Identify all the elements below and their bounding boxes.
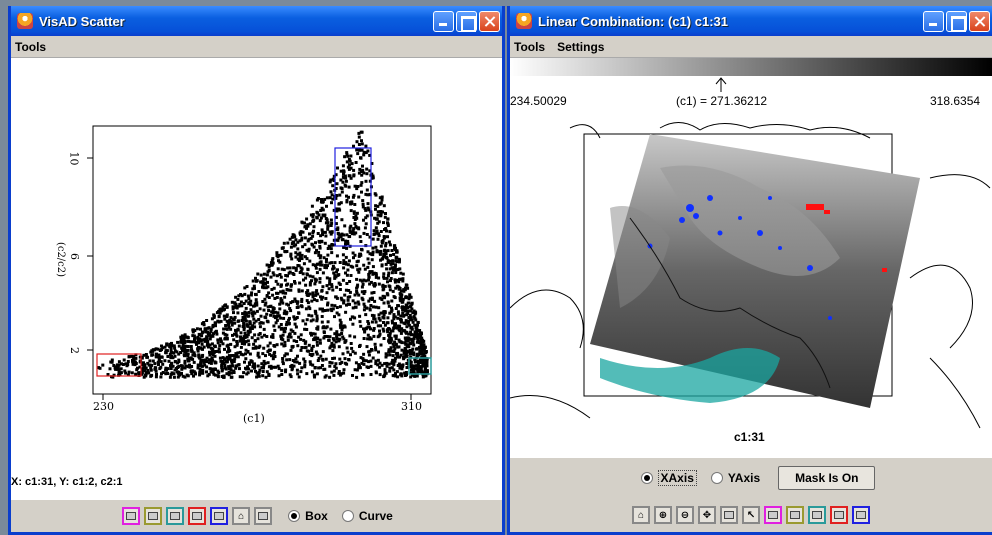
scatter-plot[interactable] bbox=[11, 58, 502, 500]
radio-box-indicator[interactable] bbox=[288, 510, 301, 522]
scatter-toolbar: ⌂ Box Curve bbox=[11, 500, 502, 532]
scatter-titlebar[interactable]: VisAD Scatter bbox=[11, 6, 502, 36]
linear-combination-window: Linear Combination: (c1) c1:31 Tools Set… bbox=[507, 6, 992, 535]
menu-tools[interactable]: Tools bbox=[15, 40, 46, 54]
scatter-title: VisAD Scatter bbox=[39, 13, 125, 29]
swatch-teal[interactable] bbox=[166, 507, 185, 525]
minimize-button[interactable] bbox=[923, 10, 944, 32]
scale-current: (c1) = 271.36212 bbox=[676, 94, 768, 108]
maximize-button[interactable] bbox=[946, 10, 967, 32]
java-icon bbox=[516, 13, 532, 29]
radio-xaxis-indicator[interactable] bbox=[640, 472, 653, 484]
colorbar[interactable] bbox=[510, 58, 992, 76]
radio-yaxis-label: YAxis bbox=[727, 471, 761, 485]
radio-curve-label: Curve bbox=[358, 509, 393, 523]
y-tick-label-2: 2 bbox=[68, 347, 81, 354]
lc-menubar: Tools Settings bbox=[510, 36, 992, 58]
x-axis-label: (c1) bbox=[243, 412, 265, 425]
swatch-magenta[interactable] bbox=[764, 506, 782, 524]
close-button[interactable] bbox=[479, 10, 500, 32]
scatter-plot-canvas[interactable]: 230 310 (c1) 10 6 2 (c2/c2) X: c1:31, Y:… bbox=[11, 58, 502, 500]
menu-settings[interactable]: Settings bbox=[557, 40, 604, 54]
pan-icon[interactable]: ✥ bbox=[698, 506, 716, 524]
scatter-window: VisAD Scatter Tools 230 310 (c1) 10 6 2 … bbox=[8, 6, 505, 535]
radio-curve[interactable]: Curve bbox=[341, 509, 393, 523]
pointer-icon[interactable]: ↖ bbox=[742, 506, 760, 524]
swatch-red[interactable] bbox=[830, 506, 848, 524]
lc-toolbar: ⌂ ⊕ ⊖ ✥ ↖ bbox=[510, 498, 992, 532]
x-tick-label-230: 230 bbox=[93, 400, 114, 413]
swatch-red[interactable] bbox=[188, 507, 207, 525]
zoom-in-icon[interactable]: ⊕ bbox=[654, 506, 672, 524]
minimize-button[interactable] bbox=[433, 10, 454, 32]
lc-title: Linear Combination: (c1) c1:31 bbox=[538, 13, 728, 29]
map-view[interactable] bbox=[509, 58, 992, 458]
home-icon[interactable]: ⌂ bbox=[632, 506, 650, 524]
scale-min: 234.50029 bbox=[510, 94, 567, 108]
swatch-olive[interactable] bbox=[786, 506, 804, 524]
y-axis-label: (c2/c2) bbox=[55, 241, 67, 278]
menu-tools[interactable]: Tools bbox=[514, 40, 545, 54]
radio-yaxis-indicator[interactable] bbox=[710, 472, 723, 484]
swatch-magenta[interactable] bbox=[122, 507, 141, 525]
swatch-blue[interactable] bbox=[852, 506, 870, 524]
radio-box-label: Box bbox=[305, 509, 328, 523]
java-icon bbox=[17, 13, 33, 29]
radio-yaxis[interactable]: YAxis bbox=[710, 471, 761, 485]
zoom-out-icon[interactable]: ⊖ bbox=[676, 506, 694, 524]
swatch-olive[interactable] bbox=[144, 507, 163, 525]
y-tick-label-10: 10 bbox=[67, 151, 81, 166]
x-tick-label-310: 310 bbox=[401, 400, 422, 413]
mask-toggle-button[interactable]: Mask Is On bbox=[778, 466, 876, 490]
close-button[interactable] bbox=[969, 10, 990, 32]
map-canvas[interactable]: 234.50029 (c1) = 271.36212 318.6354 c1:3… bbox=[509, 58, 992, 458]
radio-xaxis-label: XAxis bbox=[657, 470, 697, 486]
axis-controls: XAxis YAxis Mask Is On bbox=[510, 458, 992, 498]
y-tick-label-6: 6 bbox=[68, 253, 81, 260]
radio-xaxis[interactable]: XAxis bbox=[640, 470, 697, 486]
swatch-teal[interactable] bbox=[808, 506, 826, 524]
radio-box[interactable]: Box bbox=[288, 509, 328, 523]
map-caption: c1:31 bbox=[734, 430, 765, 444]
reset-view-button[interactable] bbox=[254, 507, 273, 525]
scale-max: 318.6354 bbox=[930, 94, 981, 108]
maximize-button[interactable] bbox=[456, 10, 477, 32]
lc-titlebar[interactable]: Linear Combination: (c1) c1:31 bbox=[510, 6, 992, 36]
radio-curve-indicator[interactable] bbox=[341, 510, 354, 522]
scatter-menubar: Tools bbox=[11, 36, 502, 58]
reset-view-button[interactable] bbox=[720, 506, 738, 524]
scatter-points bbox=[97, 130, 429, 379]
home-icon[interactable]: ⌂ bbox=[232, 507, 251, 525]
status-text: X: c1:31, Y: c1:2, c2:1 bbox=[11, 476, 123, 488]
swatch-blue[interactable] bbox=[210, 507, 229, 525]
